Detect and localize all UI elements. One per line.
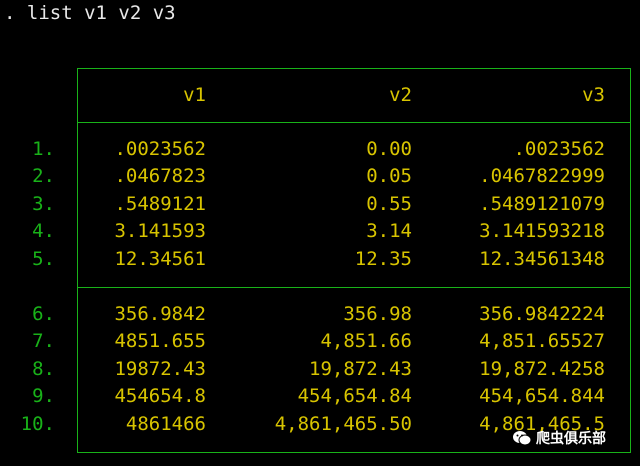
cell-v1: 454654.8 (114, 385, 206, 407)
cell-v3: 19,872.4258 (479, 358, 605, 380)
row-number: 9. (32, 385, 55, 407)
cell-v2: 3.14 (366, 220, 412, 242)
cell-v1: .0023562 (114, 138, 206, 160)
cell-v2: 0.00 (366, 138, 412, 160)
row-number: 8. (32, 358, 55, 380)
row-number: 7. (32, 330, 55, 352)
wechat-icon (512, 430, 532, 446)
cell-v1: 19872.43 (114, 358, 206, 380)
row-number: 10. (20, 413, 55, 435)
column-header-v1: v1 (183, 84, 206, 106)
header-separator (77, 122, 631, 123)
row-number: 2. (32, 165, 55, 187)
cell-v3: 4,851.65527 (479, 330, 605, 352)
group-separator (77, 287, 631, 288)
cell-v3: 454,654.844 (479, 385, 605, 407)
cell-v2: 4,861,465.50 (274, 413, 412, 435)
command-line: . list v1 v2 v3 (4, 2, 176, 24)
cell-v1: 3.141593 (114, 220, 206, 242)
cell-v2: 19,872.43 (309, 358, 412, 380)
row-number: 4. (32, 220, 55, 242)
cell-v3: .0023562 (513, 138, 605, 160)
cell-v3: 356.9842224 (479, 303, 605, 325)
cell-v1: 356.9842 (114, 303, 206, 325)
cell-v2: 454,654.84 (297, 385, 412, 407)
cell-v2: 356.98 (343, 303, 412, 325)
watermark-text: 爬虫俱乐部 (536, 431, 606, 447)
cell-v3: .0467822999 (479, 165, 605, 187)
cell-v3: 3.141593218 (479, 220, 605, 242)
row-number: 3. (32, 193, 55, 215)
cell-v1: 12.34561 (114, 248, 206, 270)
cell-v2: 0.55 (366, 193, 412, 215)
cell-v1: .5489121 (114, 193, 206, 215)
cell-v1: 4851.655 (114, 330, 206, 352)
row-number: 1. (32, 138, 55, 160)
row-number: 6. (32, 303, 55, 325)
cell-v3: 12.34561348 (479, 248, 605, 270)
cell-v1: 4861466 (125, 413, 206, 435)
cell-v2: 12.35 (354, 248, 412, 270)
cell-v2: 4,851.66 (320, 330, 412, 352)
watermark: 爬虫俱乐部 (512, 426, 606, 450)
cell-v2: 0.05 (366, 165, 412, 187)
column-header-v2: v2 (389, 84, 412, 106)
stata-results-window: . list v1 v2 v3 v1 v2 v3 1. .0023562 0.00.… (0, 0, 640, 466)
cell-v1: .0467823 (114, 165, 206, 187)
column-header-v3: v3 (582, 84, 605, 106)
cell-v3: .5489121079 (479, 193, 605, 215)
row-number: 5. (32, 248, 55, 270)
